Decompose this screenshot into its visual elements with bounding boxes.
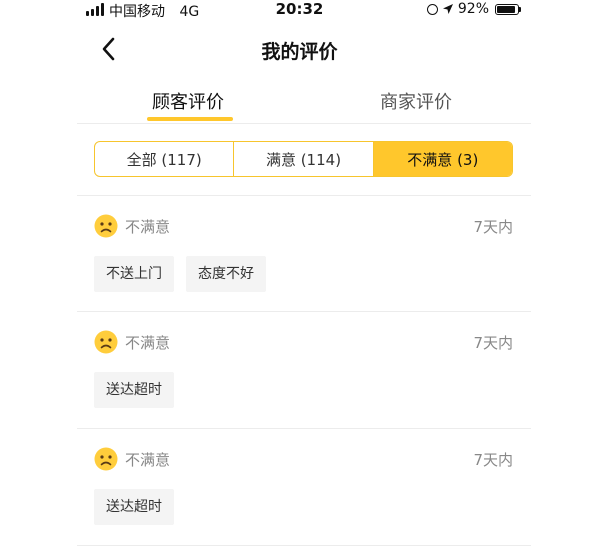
sad-face-icon: [94, 330, 118, 354]
section-divider: [77, 195, 531, 196]
tab-customer-reviews[interactable]: 顾客评价: [152, 88, 224, 114]
page-title: 我的评价: [261, 41, 338, 63]
filter-satisfied-button[interactable]: 满意 (114): [233, 142, 372, 176]
active-tab-indicator: [147, 117, 233, 121]
status-bar: 中国移动 4G 20:32 92%: [0, 0, 599, 22]
filter-unsatisfied-button[interactable]: 不满意 (3): [372, 142, 512, 176]
battery-icon: [495, 3, 519, 15]
review-tags: 不送上门 态度不好: [94, 256, 266, 292]
review-rating: 不满意: [125, 451, 171, 469]
sad-face-icon: [94, 214, 118, 238]
review-rating: 不满意: [125, 218, 171, 236]
rating-filter: 全部 (117) 满意 (114) 不满意 (3): [94, 141, 513, 177]
status-right: 92%: [426, 1, 521, 17]
battery-level-fill: [497, 5, 516, 13]
battery-cap: [519, 6, 521, 12]
tab-divider: [77, 123, 531, 124]
review-time: 7天内: [473, 218, 513, 236]
review-divider: [77, 428, 531, 429]
orientation-lock-icon: [426, 3, 438, 15]
sad-face-icon: [94, 447, 118, 471]
review-tags: 送达超时: [94, 372, 174, 408]
battery-percent: 92%: [457, 1, 489, 17]
review-divider: [77, 545, 531, 546]
review-time: 7天内: [473, 451, 513, 469]
tab-merchant-reviews[interactable]: 商家评价: [380, 88, 452, 114]
filter-all-button[interactable]: 全部 (117): [95, 142, 233, 176]
location-arrow-icon: [442, 4, 453, 14]
review-time: 7天内: [473, 334, 513, 352]
review-tag: 送达超时: [94, 372, 174, 408]
review-tag: 不送上门: [94, 256, 174, 292]
review-rating: 不满意: [125, 334, 171, 352]
review-tags: 送达超时: [94, 489, 174, 525]
review-divider: [77, 311, 531, 312]
review-tag: 送达超时: [94, 489, 174, 525]
review-tag: 态度不好: [186, 256, 266, 292]
